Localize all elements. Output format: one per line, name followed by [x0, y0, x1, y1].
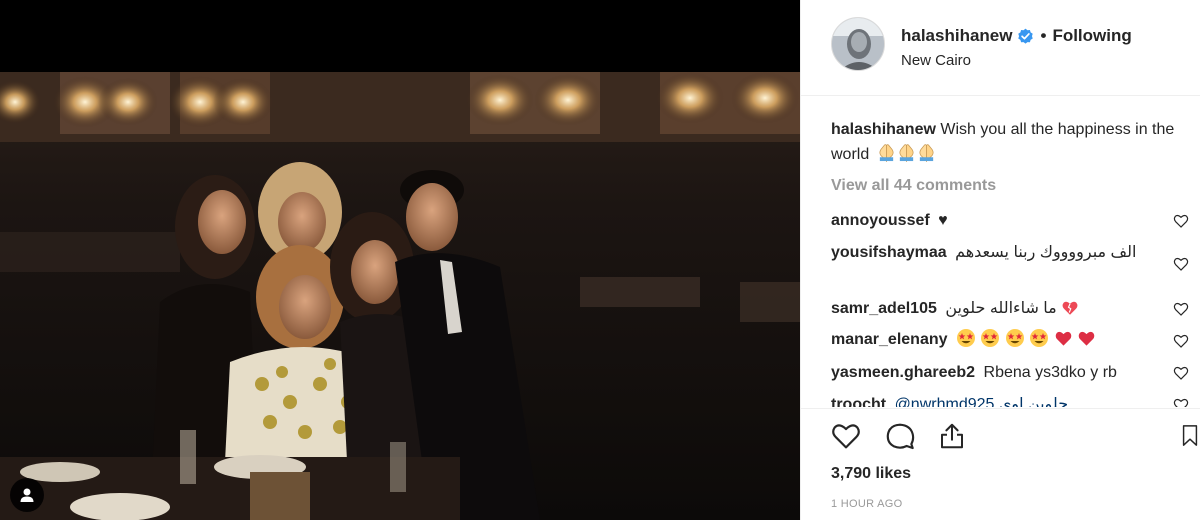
comment-row: yasmeen.ghareeb2 Rbena ys3dko y rb — [831, 361, 1171, 385]
folded-hands-icon — [919, 144, 934, 162]
comment-username[interactable]: troocht — [831, 396, 886, 407]
comment-like-heart-icon[interactable] — [1173, 333, 1189, 349]
comment-row: annoyoussef ♥ — [831, 209, 1171, 233]
avatar[interactable] — [831, 17, 885, 71]
comment-text: Rbena ys3dko y rb — [983, 364, 1117, 381]
broken-heart-icon — [1062, 301, 1078, 315]
folded-hands-icon — [879, 144, 894, 162]
star-struck-icon — [956, 329, 975, 347]
comment-row: manar_elenany — [831, 328, 1171, 352]
post-photo[interactable] — [0, 72, 800, 520]
comments-section: halashihanew Wish you all the happiness … — [801, 97, 1200, 407]
comment-bubble-icon — [886, 423, 915, 450]
bookmark-icon — [1182, 425, 1198, 446]
like-button[interactable] — [829, 419, 863, 453]
comment-text: الف مبرووووك ربنا يسعدهم — [955, 244, 1137, 261]
post-caption: halashihanew Wish you all the happiness … — [831, 117, 1176, 167]
comment-like-heart-icon[interactable] — [1173, 213, 1189, 229]
share-button[interactable] — [935, 419, 969, 453]
post-header-line: halashihanew • Following — [901, 26, 1132, 46]
save-button[interactable] — [1179, 419, 1200, 453]
red-heart-icon — [1055, 331, 1072, 346]
post-photo-panel — [0, 0, 800, 520]
post-side-panel: halashihanew • Following New Cairo halas… — [800, 0, 1200, 520]
comment-row: yousifshaymaa الف مبرووووك ربنا يسعدهم — [831, 241, 1171, 289]
comment-like-heart-icon[interactable] — [1173, 256, 1189, 272]
following-button[interactable]: Following — [1052, 26, 1131, 46]
post-location[interactable]: New Cairo — [901, 52, 971, 69]
post-actions: 3,790 likes 1 HOUR AGO — [801, 408, 1200, 520]
comment-like-heart-icon[interactable] — [1173, 365, 1189, 381]
comment-emoji-run — [956, 329, 1096, 348]
post-header: halashihanew • Following New Cairo — [801, 0, 1200, 96]
comment-username[interactable]: samr_adel105 — [831, 300, 937, 317]
share-icon — [941, 423, 963, 449]
heart-outline-icon — [832, 424, 860, 449]
comment-username[interactable]: annoyoussef — [831, 212, 930, 229]
view-all-comments-link[interactable]: View all 44 comments — [831, 177, 996, 195]
post-author-username[interactable]: halashihanew — [901, 26, 1012, 46]
comment-text: ما شاءالله حلوين — [945, 300, 1057, 317]
comment-text: @nwrhmd925 حلوين اوي — [894, 396, 1069, 407]
caption-emoji — [877, 143, 936, 162]
comment-row: samr_adel105 ما شاءالله حلوين — [831, 297, 1171, 321]
folded-hands-icon — [899, 144, 914, 162]
header-separator: • — [1040, 26, 1047, 45]
comment-text: ♥ — [938, 212, 948, 229]
star-struck-icon — [981, 329, 1000, 347]
comment-like-heart-icon[interactable] — [1173, 301, 1189, 317]
star-struck-icon — [1030, 329, 1049, 347]
user-tag-icon[interactable] — [10, 478, 44, 512]
comment-like-heart-icon[interactable] — [1173, 397, 1189, 407]
comment-username[interactable]: yousifshaymaa — [831, 244, 947, 261]
post-timestamp[interactable]: 1 HOUR AGO — [831, 498, 902, 510]
likes-count[interactable]: 3,790 likes — [831, 465, 911, 483]
comment-row: troocht @nwrhmd925 حلوين اوي — [831, 393, 1171, 407]
comment-button[interactable] — [883, 419, 917, 453]
red-heart-icon — [1078, 331, 1095, 346]
caption-username[interactable]: halashihanew — [831, 121, 936, 138]
star-struck-icon — [1005, 329, 1024, 347]
comment-username[interactable]: manar_elenany — [831, 331, 948, 348]
comment-username[interactable]: yasmeen.ghareeb2 — [831, 364, 975, 381]
verified-badge-icon — [1018, 28, 1034, 44]
